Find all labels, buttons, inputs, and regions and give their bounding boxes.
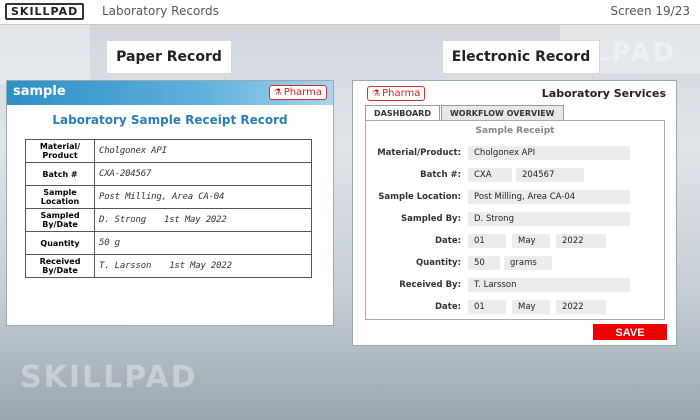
background-watermark: SKILLPAD	[20, 360, 198, 395]
tab-workflow-overview[interactable]: WORKFLOW OVERVIEW	[440, 105, 564, 120]
table-row: Material/ Product Cholgonex API	[25, 139, 312, 163]
row-label: Batch #	[25, 162, 95, 186]
pharma-logo: ⚗ Pharma	[268, 85, 327, 100]
row-value: D. Strong 1st May 2022	[94, 208, 312, 232]
material-field[interactable]: Cholgonex API	[468, 146, 630, 160]
handwritten-value: 50 g	[99, 238, 120, 248]
pharma-logo: ⚗ Pharma	[367, 86, 426, 101]
form-row-location: Sample Location: Post Milling, Area CA-0…	[366, 190, 666, 205]
flask-icon: ⚗	[273, 88, 282, 98]
tab-dashboard[interactable]: DASHBOARD	[365, 105, 440, 120]
row-label: Sample Location	[25, 185, 95, 209]
date-label: Date:	[434, 302, 461, 312]
top-bar: SKILLPAD Laboratory Records Screen 19/23	[0, 0, 700, 25]
app-title: Laboratory Records	[102, 4, 219, 18]
paper-record-card: sample ⚗ Pharma Laboratory Sample Receipt…	[6, 80, 334, 326]
table-row: Batch # CXA-204567	[25, 162, 312, 186]
handwritten-date: 1st May 2022	[169, 261, 232, 271]
row-value: Cholgonex API	[94, 139, 312, 163]
batch-prefix-field[interactable]: CXA	[468, 168, 512, 182]
received-by-field[interactable]: T. Larsson	[468, 278, 630, 292]
day-field[interactable]: 01	[468, 300, 506, 314]
row-label: Sampled By/Date	[25, 208, 95, 232]
material-label: Material/Product:	[377, 148, 461, 158]
handwritten-value: CXA-204567	[99, 169, 152, 179]
form-row-sampled-by: Sampled By: D. Strong	[366, 212, 666, 227]
paper-title: Laboratory Sample Receipt Record	[52, 113, 288, 127]
table-row: Received By/Date T. Larsson 1st May 2022	[25, 254, 312, 278]
row-value: CXA-204567	[94, 162, 312, 186]
handwritten-value: Post Milling, Area CA-04	[99, 192, 225, 202]
row-value: 50 g	[94, 231, 312, 255]
electronic-record-heading: Electronic Record	[442, 40, 600, 74]
skillpad-logo: SKILLPAD	[5, 3, 85, 20]
row-label: Received By/Date	[25, 254, 95, 278]
tab-bar: DASHBOARD WORKFLOW OVERVIEW	[365, 105, 565, 120]
sample-label: sample	[13, 84, 66, 99]
table-row: Quantity 50 g	[25, 231, 312, 255]
location-field[interactable]: Post Milling, Area CA-04	[468, 190, 630, 204]
handwritten-date: 1st May 2022	[163, 215, 227, 225]
month-field[interactable]: May	[512, 300, 550, 314]
batch-number-field[interactable]: 204567	[516, 168, 584, 182]
table-row: Sampled By/Date D. Strong 1st May 2022	[25, 208, 312, 232]
handwritten-value: T. Larsson	[99, 261, 152, 271]
row-label: Quantity	[25, 231, 95, 255]
background-cabinet	[0, 24, 90, 84]
year-field[interactable]: 2022	[556, 300, 606, 314]
form-row-batch: Batch #: CXA 204567	[366, 168, 666, 183]
sampled-by-label: Sampled By:	[401, 214, 461, 224]
day-field[interactable]: 01	[468, 234, 506, 248]
form-row-quantity: Quantity: 50 grams	[366, 256, 666, 271]
month-field[interactable]: May	[512, 234, 550, 248]
form-title: Sample Receipt	[475, 126, 555, 136]
handwritten-value: D. Strong	[99, 215, 146, 225]
sample-receipt-form: Sample Receipt Material/Product: Cholgon…	[365, 120, 665, 320]
paper-header: sample ⚗ Pharma	[7, 81, 333, 105]
quantity-label: Quantity:	[415, 258, 461, 268]
year-field[interactable]: 2022	[556, 234, 606, 248]
form-row-material: Material/Product: Cholgonex API	[366, 146, 666, 161]
form-row-received-by: Received By: T. Larsson	[366, 278, 666, 293]
row-label: Material/ Product	[25, 139, 95, 163]
quantity-field[interactable]: 50	[468, 256, 500, 270]
save-button[interactable]: SAVE	[593, 324, 667, 340]
row-value: Post Milling, Area CA-04	[94, 185, 312, 209]
form-row-date2: Date: 01 May 2022	[366, 300, 666, 315]
form-row-date1: Date: 01 May 2022	[366, 234, 666, 249]
electronic-record-card: ⚗ Pharma Laboratory Services DASHBOARD WO…	[352, 80, 677, 346]
screen-counter: Screen 19/23	[610, 4, 690, 18]
quantity-unit-field[interactable]: grams	[504, 256, 552, 270]
paper-record-table: Material/ Product Cholgonex API Batch # CX…	[25, 139, 312, 278]
date-label: Date:	[434, 236, 461, 246]
table-row: Sample Location Post Milling, Area CA-04	[25, 185, 312, 209]
batch-label: Batch #:	[420, 170, 461, 180]
handwritten-value: Cholgonex API	[99, 146, 167, 156]
paper-record-heading: Paper Record	[106, 40, 232, 74]
location-label: Sample Location:	[378, 192, 461, 202]
received-by-label: Received By:	[399, 280, 461, 290]
sampled-by-field[interactable]: D. Strong	[468, 212, 630, 226]
laboratory-services-title: Laboratory Services	[541, 87, 666, 100]
row-value: T. Larsson 1st May 2022	[94, 254, 312, 278]
pharma-logo-text: Pharma	[283, 87, 322, 98]
pharma-logo-text: Pharma	[382, 88, 421, 99]
flask-icon: ⚗	[372, 89, 381, 99]
